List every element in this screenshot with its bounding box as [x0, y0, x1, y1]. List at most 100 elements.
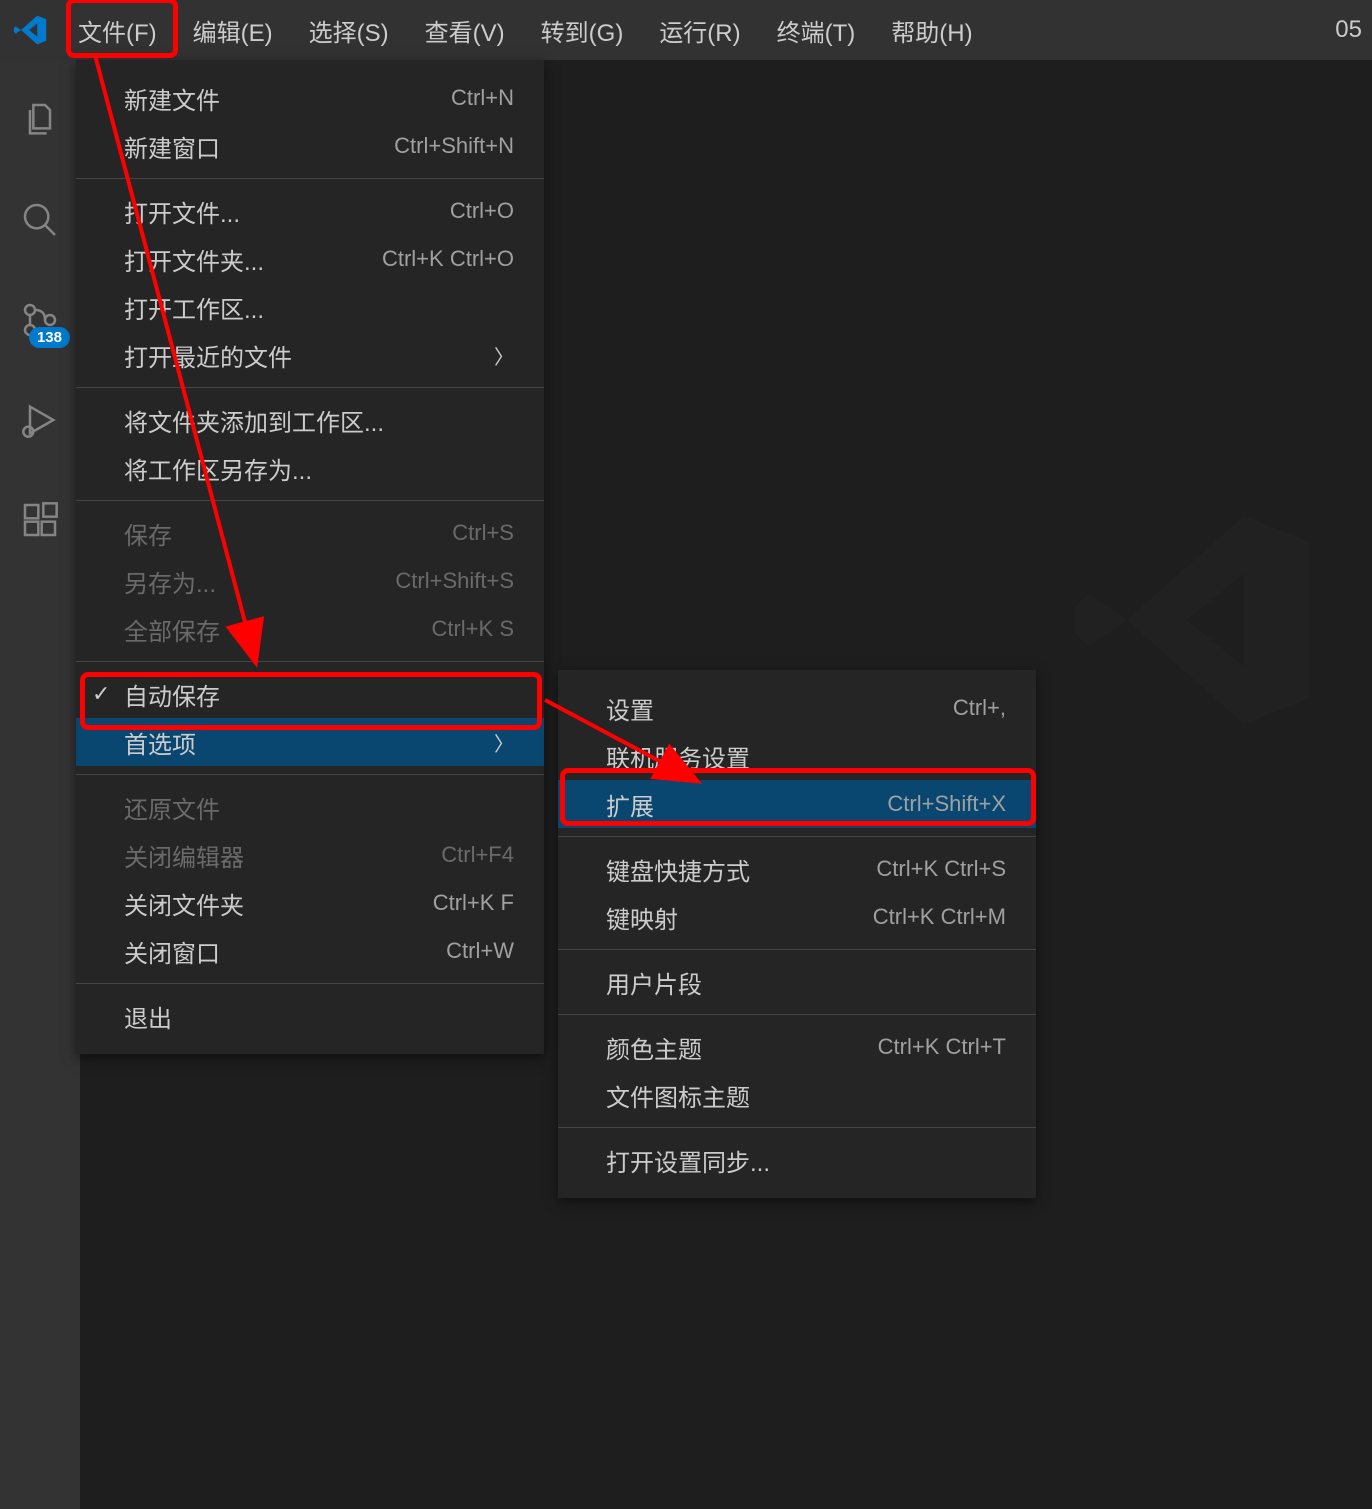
vscode-icon — [0, 0, 60, 60]
menu-item-shortcut: Ctrl+N — [451, 85, 514, 111]
submenu-color-theme[interactable]: 颜色主题 Ctrl+K Ctrl+T — [558, 1023, 1036, 1071]
menu-file[interactable]: 文件(F) — [60, 0, 175, 60]
menu-terminal[interactable]: 终端(T) — [759, 0, 874, 60]
submenu-file-icon-theme[interactable]: 文件图标主题 — [558, 1071, 1036, 1119]
vscode-watermark — [1062, 490, 1322, 755]
menu-item-label: 打开文件夹... — [124, 242, 382, 277]
menu-separator — [76, 178, 544, 179]
menu-auto-save[interactable]: ✓ 自动保存 — [76, 670, 544, 718]
menu-item-shortcut: Ctrl+Shift+X — [887, 791, 1006, 817]
menu-item-shortcut: Ctrl+F4 — [441, 842, 514, 868]
menu-selection[interactable]: 选择(S) — [291, 0, 407, 60]
menu-separator — [76, 387, 544, 388]
menubar: 文件(F) 编辑(E) 选择(S) 查看(V) 转到(G) 运行(R) 终端(T… — [60, 0, 991, 60]
menu-close-folder[interactable]: 关闭文件夹 Ctrl+K F — [76, 879, 544, 927]
menu-item-shortcut: Ctrl+K Ctrl+M — [873, 904, 1006, 930]
menu-item-shortcut: Ctrl+K Ctrl+T — [878, 1034, 1006, 1060]
submenu-online-settings[interactable]: 联机服务设置 — [558, 732, 1036, 780]
menu-separator — [558, 1014, 1036, 1015]
menu-edit[interactable]: 编辑(E) — [175, 0, 291, 60]
menu-item-label: 文件图标主题 — [606, 1078, 1006, 1113]
menu-save-all[interactable]: 全部保存 Ctrl+K S — [76, 605, 544, 653]
menu-item-shortcut: Ctrl+O — [450, 198, 514, 224]
menu-item-label: 退出 — [124, 999, 514, 1034]
menu-item-label: 打开工作区... — [124, 290, 514, 325]
menu-item-shortcut: Ctrl+S — [452, 520, 514, 546]
menu-item-shortcut: Ctrl+W — [446, 938, 514, 964]
source-control-icon[interactable]: 138 — [0, 280, 80, 360]
menu-open-recent[interactable]: 打开最近的文件 〉 — [76, 331, 544, 379]
chevron-right-icon: 〉 — [494, 728, 514, 757]
menu-item-shortcut: Ctrl+K Ctrl+O — [382, 246, 514, 272]
menu-go[interactable]: 转到(G) — [523, 0, 642, 60]
menu-save-workspace-as[interactable]: 将工作区另存为... — [76, 444, 544, 492]
menu-preferences[interactable]: 首选项 〉 — [76, 718, 544, 766]
titlebar-right-text: 05 — [1335, 16, 1372, 44]
submenu-keyboard-shortcuts[interactable]: 键盘快捷方式 Ctrl+K Ctrl+S — [558, 845, 1036, 893]
run-debug-icon[interactable] — [0, 380, 80, 460]
source-control-badge: 138 — [29, 327, 70, 348]
menu-item-shortcut: Ctrl+Shift+S — [395, 568, 514, 594]
menu-open-file[interactable]: 打开文件... Ctrl+O — [76, 187, 544, 235]
menu-separator — [558, 836, 1036, 837]
menu-item-label: 打开设置同步... — [606, 1143, 1006, 1178]
menu-item-label: 联机服务设置 — [606, 739, 1006, 774]
submenu-settings-sync[interactable]: 打开设置同步... — [558, 1136, 1036, 1184]
submenu-user-snippets[interactable]: 用户片段 — [558, 958, 1036, 1006]
menu-help[interactable]: 帮助(H) — [873, 0, 990, 60]
menu-item-label: 将工作区另存为... — [124, 451, 514, 486]
menu-save-as[interactable]: 另存为... Ctrl+Shift+S — [76, 557, 544, 605]
menu-item-shortcut: Ctrl+K Ctrl+S — [876, 856, 1006, 882]
menu-run[interactable]: 运行(R) — [641, 0, 758, 60]
preferences-submenu: 设置 Ctrl+, 联机服务设置 扩展 Ctrl+Shift+X 键盘快捷方式 … — [558, 670, 1036, 1198]
menu-item-label: 打开文件... — [124, 194, 450, 229]
menu-close-editor[interactable]: 关闭编辑器 Ctrl+F4 — [76, 831, 544, 879]
menu-new-window[interactable]: 新建窗口 Ctrl+Shift+N — [76, 122, 544, 170]
menu-item-label: 关闭窗口 — [124, 934, 446, 969]
menu-view[interactable]: 查看(V) — [407, 0, 523, 60]
menu-item-label: 首选项 — [124, 725, 494, 760]
menu-separator — [76, 774, 544, 775]
menu-separator — [76, 661, 544, 662]
check-icon: ✓ — [92, 681, 110, 707]
menu-item-label: 自动保存 — [124, 677, 514, 712]
menu-separator — [76, 983, 544, 984]
menu-revert-file[interactable]: 还原文件 — [76, 783, 544, 831]
menu-item-label: 关闭文件夹 — [124, 886, 433, 921]
menu-new-file[interactable]: 新建文件 Ctrl+N — [76, 74, 544, 122]
menu-item-label: 另存为... — [124, 564, 395, 599]
menu-item-label: 将文件夹添加到工作区... — [124, 403, 514, 438]
menu-item-label: 保存 — [124, 516, 452, 551]
menu-open-workspace[interactable]: 打开工作区... — [76, 283, 544, 331]
menu-item-shortcut: Ctrl+K F — [433, 890, 514, 916]
menu-item-label: 用户片段 — [606, 965, 1006, 1000]
extensions-icon[interactable] — [0, 480, 80, 560]
menu-item-label: 键盘快捷方式 — [606, 852, 876, 887]
menu-item-label: 键映射 — [606, 900, 873, 935]
menu-separator — [76, 500, 544, 501]
activity-bar: 138 — [0, 60, 80, 1509]
menu-separator — [558, 949, 1036, 950]
search-icon[interactable] — [0, 180, 80, 260]
menu-item-label: 新建窗口 — [124, 129, 394, 164]
menu-item-shortcut: Ctrl+K S — [431, 616, 514, 642]
menu-item-label: 全部保存 — [124, 612, 431, 647]
menu-item-label: 新建文件 — [124, 81, 451, 116]
menu-close-window[interactable]: 关闭窗口 Ctrl+W — [76, 927, 544, 975]
menu-save[interactable]: 保存 Ctrl+S — [76, 509, 544, 557]
titlebar: 文件(F) 编辑(E) 选择(S) 查看(V) 转到(G) 运行(R) 终端(T… — [0, 0, 1372, 60]
chevron-right-icon: 〉 — [494, 341, 514, 370]
submenu-keymaps[interactable]: 键映射 Ctrl+K Ctrl+M — [558, 893, 1036, 941]
submenu-extensions[interactable]: 扩展 Ctrl+Shift+X — [558, 780, 1036, 828]
file-dropdown-menu: 新建文件 Ctrl+N 新建窗口 Ctrl+Shift+N 打开文件... Ct… — [76, 60, 544, 1054]
menu-item-shortcut: Ctrl+Shift+N — [394, 133, 514, 159]
menu-item-label: 打开最近的文件 — [124, 338, 494, 373]
menu-item-label: 扩展 — [606, 787, 887, 822]
menu-open-folder[interactable]: 打开文件夹... Ctrl+K Ctrl+O — [76, 235, 544, 283]
submenu-settings[interactable]: 设置 Ctrl+, — [558, 684, 1036, 732]
menu-item-shortcut: Ctrl+, — [953, 695, 1006, 721]
menu-exit[interactable]: 退出 — [76, 992, 544, 1040]
menu-item-label: 颜色主题 — [606, 1030, 878, 1065]
explorer-icon[interactable] — [0, 80, 80, 160]
menu-add-folder-to-workspace[interactable]: 将文件夹添加到工作区... — [76, 396, 544, 444]
